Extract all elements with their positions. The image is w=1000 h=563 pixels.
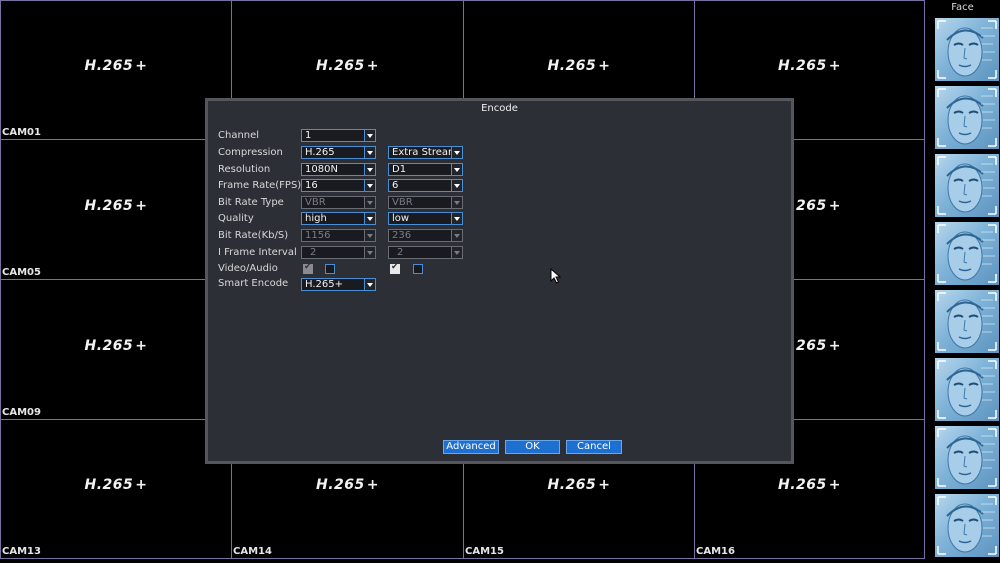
extra-video-checkbox[interactable]: ✔: [390, 262, 400, 274]
quality-select[interactable]: high: [301, 212, 376, 225]
resolution-label: Resolution: [218, 164, 271, 175]
codec-logo: H.265 +: [84, 197, 148, 214]
chevron-down-icon: [451, 213, 462, 224]
face-panel-title: Face: [951, 2, 974, 13]
chevron-down-icon: [364, 247, 375, 258]
dialog-title: Encode: [481, 103, 518, 114]
check-icon: ✔: [391, 262, 399, 272]
chevron-down-icon: [364, 197, 375, 208]
i-frame-interval-select[interactable]: 2: [301, 246, 376, 259]
advanced-button[interactable]: Advanced: [443, 440, 499, 454]
extra-bit-rate-select[interactable]: 236: [388, 229, 463, 242]
smart-encode-label: Smart Encode: [218, 278, 289, 289]
quality-label: Quality: [218, 213, 254, 224]
cancel-button[interactable]: Cancel: [566, 440, 622, 454]
extra-i-frame-interval-select[interactable]: 2: [388, 246, 463, 259]
resolution-select[interactable]: 1080N: [301, 163, 376, 176]
main-audio-checkbox[interactable]: [325, 264, 335, 274]
extra-quality-select[interactable]: low: [388, 212, 463, 225]
codec-logo: H.265 +: [84, 337, 148, 354]
compression-label: Compression: [218, 147, 283, 158]
i-frame-interval-label: I Frame Interval: [218, 247, 297, 258]
chevron-down-icon: [451, 164, 462, 175]
face-thumbnail-icon[interactable]: [935, 222, 999, 285]
face-thumbnail-icon[interactable]: [935, 154, 999, 217]
main-video-checkbox[interactable]: ✔: [303, 262, 313, 274]
chevron-down-icon: [364, 279, 375, 290]
extra-audio-checkbox[interactable]: [413, 264, 423, 274]
codec-logo: H.265 +: [547, 477, 611, 493]
chevron-down-icon: [451, 197, 462, 208]
camera-label: CAM01: [2, 127, 41, 138]
camera-label: CAM05: [2, 267, 41, 278]
chevron-down-icon: [451, 247, 462, 258]
extra-bit-rate-type-select[interactable]: VBR: [388, 196, 463, 209]
chevron-down-icon: [364, 164, 375, 175]
chevron-down-icon: [451, 230, 462, 241]
camera-tile[interactable]: H.265 + CAM09: [0, 279, 232, 420]
bit-rate-type-label: Bit Rate Type: [218, 197, 284, 208]
encode-dialog: Encode Channel Compression Resolution Fr…: [205, 98, 794, 464]
codec-logo: H.265 +: [547, 58, 611, 74]
face-thumbnail-icon[interactable]: [935, 358, 999, 421]
chevron-down-icon: [451, 147, 462, 158]
smart-encode-select[interactable]: H.265+: [301, 278, 376, 291]
chevron-down-icon: [364, 147, 375, 158]
ok-button[interactable]: OK: [505, 440, 560, 454]
face-thumbnail-icon[interactable]: [935, 290, 999, 353]
codec-logo: H.265 +: [84, 58, 148, 74]
camera-tile[interactable]: H.265 + CAM01: [0, 0, 232, 140]
compression-select[interactable]: H.265: [301, 146, 376, 159]
chevron-down-icon: [364, 130, 375, 141]
frame-rate-select[interactable]: 16: [301, 179, 376, 192]
check-icon: ✔: [304, 262, 312, 272]
bit-rate-label: Bit Rate(Kb/S): [218, 230, 289, 241]
extra-stream-select[interactable]: Extra Stream: [388, 146, 463, 159]
camera-label: CAM15: [465, 546, 504, 557]
extra-frame-rate-select[interactable]: 6: [388, 179, 463, 192]
camera-label: CAM09: [2, 407, 41, 418]
face-thumbnail-icon[interactable]: [935, 86, 999, 149]
channel-select[interactable]: 1: [301, 129, 376, 142]
codec-logo: H.265 +: [778, 477, 841, 493]
face-thumbnail-icon[interactable]: [935, 18, 999, 81]
chevron-down-icon: [451, 180, 462, 191]
chevron-down-icon: [364, 213, 375, 224]
chevron-down-icon: [364, 180, 375, 191]
codec-logo: H.265 +: [316, 58, 379, 74]
channel-label: Channel: [218, 130, 260, 141]
codec-logo: H.265 +: [84, 477, 148, 493]
camera-tile[interactable]: H.265 + CAM13: [0, 419, 232, 559]
bit-rate-select[interactable]: 1156: [301, 229, 376, 242]
frame-rate-label: Frame Rate(FPS): [218, 180, 302, 191]
camera-label: CAM13: [2, 546, 41, 557]
face-thumbnail-icon[interactable]: [935, 494, 999, 557]
chevron-down-icon: [364, 230, 375, 241]
codec-logo: H.265 +: [778, 58, 841, 74]
video-audio-label: Video/Audio: [218, 263, 278, 274]
camera-tile[interactable]: H.265 + CAM05: [0, 139, 232, 280]
extra-resolution-select[interactable]: D1: [388, 163, 463, 176]
face-thumbnail-icon[interactable]: [935, 426, 999, 489]
mouse-cursor-icon: [550, 268, 562, 284]
bit-rate-type-select[interactable]: VBR: [301, 196, 376, 209]
codec-logo: H.265 +: [316, 477, 379, 493]
camera-label: CAM14: [233, 546, 272, 557]
camera-label: CAM16: [696, 546, 735, 557]
